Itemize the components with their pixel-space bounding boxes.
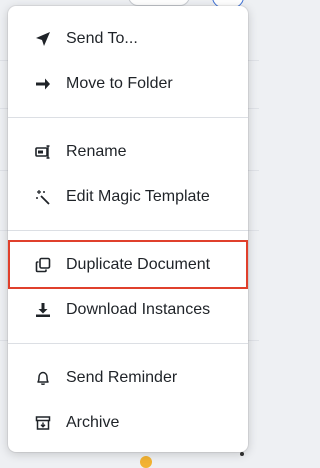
menu-item-rename[interactable]: Rename: [8, 129, 248, 174]
menu-item-label: Send Reminder: [66, 368, 178, 386]
menu-item-duplicate-document[interactable]: Duplicate Document: [8, 240, 248, 289]
menu-item-label: Archive: [66, 413, 120, 431]
duplicate-icon: [34, 256, 52, 274]
menu-item-edit-magic-template[interactable]: Edit Magic Template: [8, 174, 248, 219]
background-badge: [140, 456, 152, 468]
menu-item-send-reminder[interactable]: Send Reminder: [8, 355, 248, 400]
background-dot: [240, 452, 244, 456]
menu-item-label: Edit Magic Template: [66, 187, 210, 205]
paper-plane-icon: [34, 30, 52, 48]
context-menu: Send To... Move to Folder Rename Edit Ma…: [8, 6, 248, 452]
rename-field-icon: [34, 143, 52, 161]
menu-divider: [8, 117, 248, 118]
menu-item-label: Download Instances: [66, 300, 211, 318]
archive-box-icon: [34, 414, 52, 432]
menu-item-archive[interactable]: Archive: [8, 400, 248, 445]
menu-item-download-instances[interactable]: Download Instances: [8, 287, 248, 332]
menu-divider: [8, 230, 248, 231]
menu-divider: [8, 343, 248, 344]
menu-item-label: Duplicate Document: [66, 255, 211, 273]
download-icon: [34, 301, 52, 319]
menu-item-label: Rename: [66, 142, 127, 160]
bell-icon: [34, 369, 52, 387]
menu-item-move-to-folder[interactable]: Move to Folder: [8, 61, 248, 106]
magic-wand-icon: [34, 188, 52, 206]
menu-item-label: Send To...: [66, 29, 138, 47]
arrow-right-icon: [34, 75, 52, 93]
menu-item-label: Move to Folder: [66, 74, 173, 92]
menu-item-send-to[interactable]: Send To...: [8, 16, 248, 61]
